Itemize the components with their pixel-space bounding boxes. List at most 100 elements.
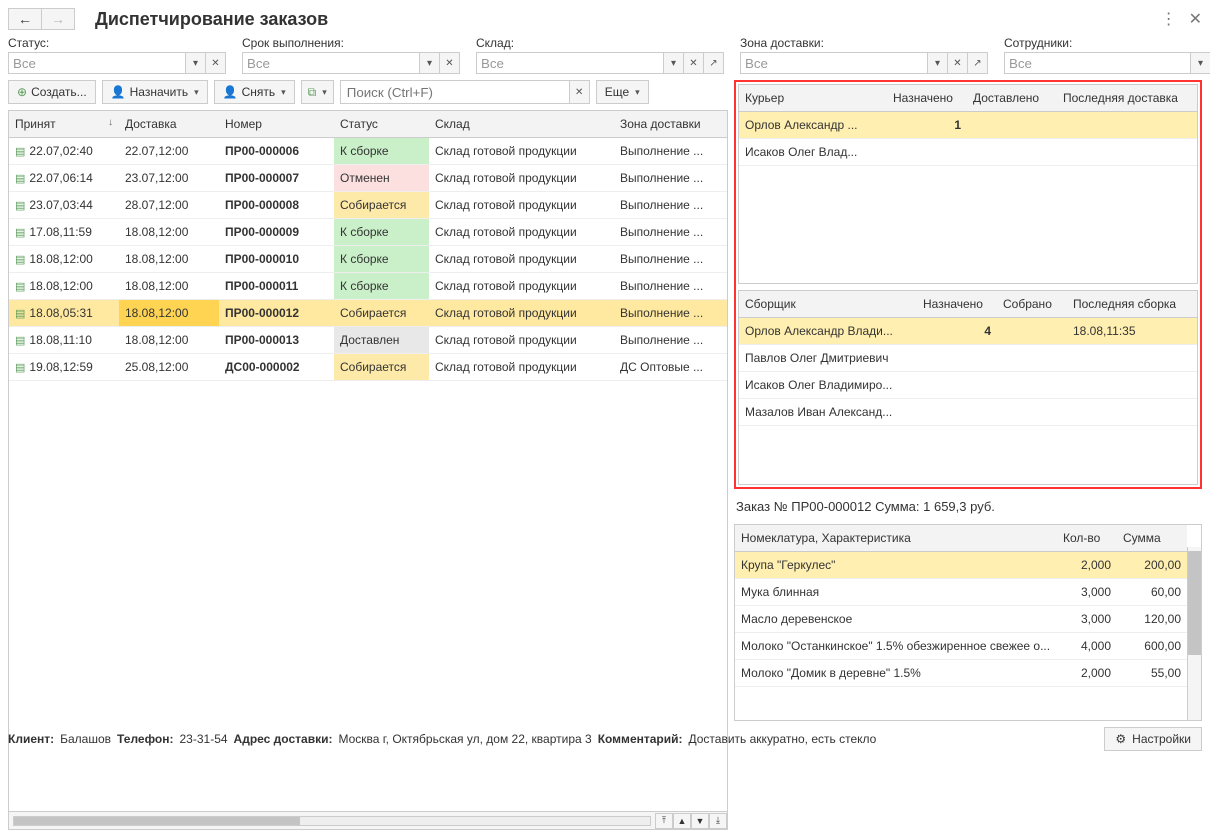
table-row[interactable]: Исаков Олег Влад... [739, 139, 1197, 166]
table-row[interactable]: Павлов Олег Дмитриевич [739, 345, 1197, 372]
table-row[interactable]: ▤18.08,11:1018.08,12:00ПР00-000013Достав… [9, 327, 727, 354]
cell-name: Орлов Александр ... [739, 112, 887, 139]
filter-warehouse-input[interactable] [476, 52, 664, 74]
filter-status-input[interactable] [8, 52, 186, 74]
cell-accepted: ▤22.07,06:14 [9, 165, 119, 192]
address-value: Москва г, Октябрьская ул, дом 22, кварти… [338, 732, 591, 746]
picker-col-header[interactable]: Собрано [997, 291, 1067, 318]
document-icon: ▤ [15, 146, 25, 158]
table-row[interactable]: Мазалов Иван Александ... [739, 399, 1197, 426]
forward-button[interactable]: → [41, 8, 75, 30]
cell-name: Павлов Олег Дмитриевич [739, 345, 917, 372]
cell-num: ПР00-000008 [219, 192, 334, 219]
clear-icon[interactable]: ✕ [948, 52, 968, 74]
filter-zone-input[interactable] [740, 52, 928, 74]
picker-table[interactable]: СборщикНазначеноСобраноПоследняя сборка … [739, 291, 1197, 426]
cell-sum: 55,00 [1117, 660, 1187, 687]
cell-accepted: ▤23.07,03:44 [9, 192, 119, 219]
table-row[interactable]: ▤22.07,06:1423.07,12:00ПР00-000007Отмене… [9, 165, 727, 192]
assign-button[interactable]: 👤 Назначить ▾ [102, 80, 208, 104]
table-row[interactable]: ▤18.08,12:0018.08,12:00ПР00-000011К сбор… [9, 273, 727, 300]
courier-col-header[interactable]: Доставлено [967, 85, 1057, 112]
gear-icon: ⚙ [1115, 732, 1126, 746]
table-row[interactable]: Масло деревенское3,000120,00 [735, 606, 1187, 633]
table-row[interactable]: Молоко "Останкинское" 1.5% обезжиренное … [735, 633, 1187, 660]
clear-icon[interactable]: ✕ [684, 52, 704, 74]
orders-col-header[interactable]: Зона доставки [614, 111, 727, 138]
picker-col-header[interactable]: Назначено [917, 291, 997, 318]
cell-sum: 120,00 [1117, 606, 1187, 633]
courier-col-header[interactable]: Курьер [739, 85, 887, 112]
table-row[interactable]: Исаков Олег Владимиро... [739, 372, 1197, 399]
cell-last [1057, 139, 1197, 166]
dropdown-icon[interactable]: ▾ [1191, 52, 1210, 74]
items-col-header[interactable]: Кол-во [1057, 525, 1117, 552]
table-row[interactable]: ▤18.08,12:0018.08,12:00ПР00-000010К сбор… [9, 246, 727, 273]
copy-button[interactable]: ⧉ ▾ [301, 80, 334, 104]
caret-down-icon: ▾ [194, 87, 199, 98]
orders-col-header[interactable]: Принят↓ [9, 111, 119, 138]
orders-col-header[interactable]: Склад [429, 111, 614, 138]
orders-col-header[interactable]: Номер [219, 111, 334, 138]
open-icon[interactable]: ↗ [968, 52, 988, 74]
more-button[interactable]: Еще ▾ [596, 80, 649, 104]
orders-col-header[interactable]: Статус [334, 111, 429, 138]
close-icon[interactable]: ✕ [1189, 9, 1202, 29]
cell-delivery: 28.07,12:00 [119, 192, 219, 219]
clear-icon[interactable]: ✕ [440, 52, 460, 74]
table-row[interactable]: Орлов Александр ...1 [739, 112, 1197, 139]
search-input[interactable] [340, 80, 570, 104]
document-icon: ▤ [15, 254, 25, 266]
table-row[interactable]: Мука блинная3,00060,00 [735, 579, 1187, 606]
dropdown-icon[interactable]: ▾ [420, 52, 440, 74]
table-row[interactable]: ▤19.08,12:5925.08,12:00ДС00-000002Собира… [9, 354, 727, 381]
items-col-header[interactable]: Номеклатура, Характеристика [735, 525, 1057, 552]
page-first-icon[interactable]: ⤒ [655, 813, 673, 829]
table-row[interactable]: Орлов Александр Влади...418.08,11:35 [739, 318, 1197, 345]
cell-zone: Выполнение ... [614, 165, 727, 192]
page-up-icon[interactable]: ▲ [673, 813, 691, 829]
cell-status: К сборке [334, 273, 429, 300]
cell-status: Собирается [334, 354, 429, 381]
cell-num: ПР00-000007 [219, 165, 334, 192]
cell-status: Отменен [334, 165, 429, 192]
orders-table[interactable]: Принят↓ДоставкаНомерСтатусСкладЗона дост… [9, 111, 727, 381]
courier-col-header[interactable]: Назначено [887, 85, 967, 112]
cell-num: ПР00-000006 [219, 138, 334, 165]
courier-col-header[interactable]: Последняя доставка [1057, 85, 1197, 112]
dropdown-icon[interactable]: ▾ [186, 52, 206, 74]
courier-table[interactable]: КурьерНазначеноДоставленоПоследняя доста… [739, 85, 1197, 166]
cell-num: ПР00-000013 [219, 327, 334, 354]
orders-col-header[interactable]: Доставка [119, 111, 219, 138]
back-button[interactable]: ← [8, 8, 42, 30]
table-row[interactable]: ▤22.07,02:4022.07,12:00ПР00-000006К сбор… [9, 138, 727, 165]
revoke-button[interactable]: 👤 Снять ▾ [214, 80, 295, 104]
cell-delivery: 18.08,12:00 [119, 300, 219, 327]
create-button[interactable]: ⊕ Создать... [8, 80, 96, 104]
kebab-icon[interactable]: ⋮ [1161, 9, 1177, 29]
dropdown-icon[interactable]: ▾ [664, 52, 684, 74]
clear-icon[interactable]: ✕ [206, 52, 226, 74]
table-row[interactable]: ▤18.08,05:3118.08,12:00ПР00-000012Собира… [9, 300, 727, 327]
picker-col-header[interactable]: Последняя сборка [1067, 291, 1197, 318]
filter-deadline-input[interactable] [242, 52, 420, 74]
page-down-icon[interactable]: ▼ [691, 813, 709, 829]
table-row[interactable]: ▤17.08,11:5918.08,12:00ПР00-000009К сбор… [9, 219, 727, 246]
table-row[interactable]: Крупа "Геркулес"2,000200,00 [735, 552, 1187, 579]
cell-name: Масло деревенское [735, 606, 1057, 633]
page-last-icon[interactable]: ⤓ [709, 813, 727, 829]
dropdown-icon[interactable]: ▾ [928, 52, 948, 74]
items-col-header[interactable]: Сумма [1117, 525, 1187, 552]
open-icon[interactable]: ↗ [704, 52, 724, 74]
settings-button[interactable]: ⚙ Настройки [1104, 727, 1202, 751]
cell-name: Орлов Александр Влади... [739, 318, 917, 345]
vscrollbar[interactable] [1187, 547, 1201, 720]
table-row[interactable]: ▤23.07,03:4428.07,12:00ПР00-000008Собира… [9, 192, 727, 219]
clear-search-icon[interactable]: ✕ [570, 80, 590, 104]
hscrollbar[interactable] [13, 816, 651, 826]
table-row[interactable]: Молоко "Домик в деревне" 1.5%2,00055,00 [735, 660, 1187, 687]
items-table[interactable]: Номеклатура, ХарактеристикаКол-воСумма К… [735, 525, 1187, 687]
filter-staff-input[interactable] [1004, 52, 1191, 74]
picker-col-header[interactable]: Сборщик [739, 291, 917, 318]
cell-name: Мука блинная [735, 579, 1057, 606]
